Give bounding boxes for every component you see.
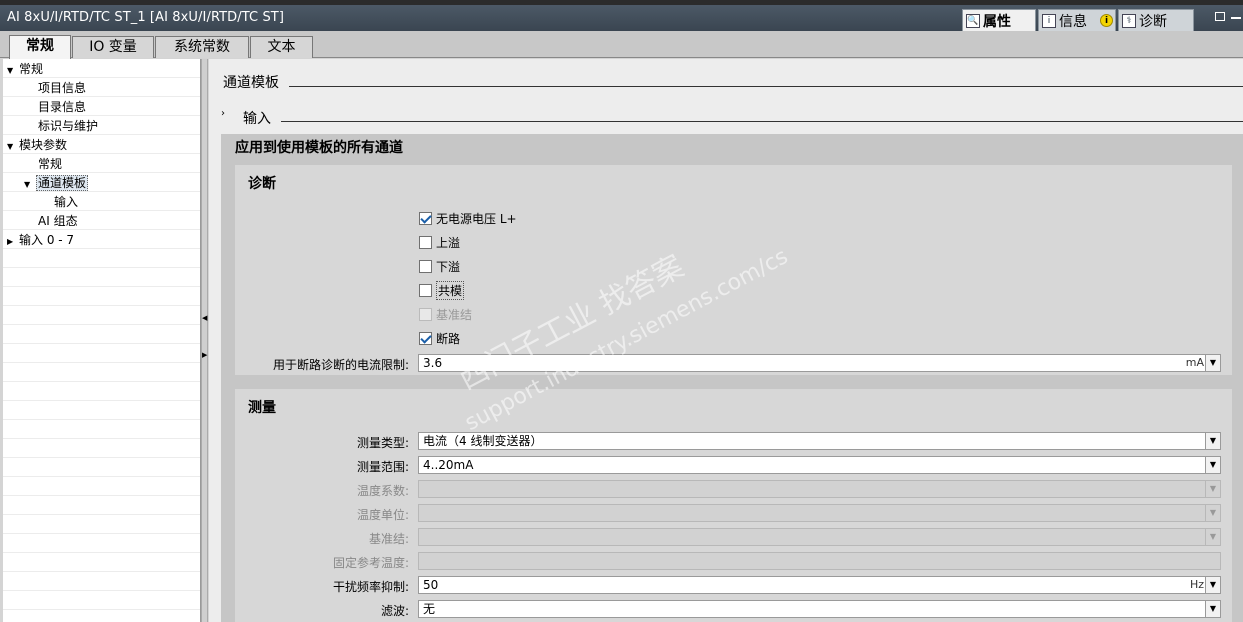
checkbox-checked-icon <box>419 211 432 225</box>
warning-icon: i <box>1100 14 1113 27</box>
collapse-left-icon[interactable]: ◀ <box>202 314 207 322</box>
tree-item-catalog-info[interactable]: 目录信息 <box>38 98 86 116</box>
checkbox-common-mode[interactable]: 共模 <box>419 280 465 300</box>
temperature-coefficient-row: 温度系数: <box>249 480 409 498</box>
chevron-down-icon: ▼ <box>1205 529 1220 545</box>
chevron-down-icon[interactable]: ▼ <box>1205 577 1220 593</box>
chevron-down-icon: ▼ <box>1205 481 1220 497</box>
inspector-titlebar: AI 8xU/I/RTD/TC ST_1 [AI 8xU/I/RTD/TC ST… <box>0 5 1243 31</box>
measurement-title: 测量 <box>248 400 276 416</box>
checkbox-reference-junction: 基准结 <box>419 306 472 322</box>
tab-properties[interactable]: 🔍 属性 <box>962 9 1036 31</box>
checkbox-icon <box>419 283 432 297</box>
tab-info[interactable]: i 信息 i <box>1038 9 1116 31</box>
expand-down-icon: ▼ <box>24 180 31 189</box>
tree-item-params-general[interactable]: 常规 <box>38 155 62 173</box>
measurement-range-select[interactable]: 4..20mA ▼ <box>418 456 1221 474</box>
wire-break-limit-label: 用于断路诊断的电流限制: <box>272 358 409 372</box>
chevron-down-icon[interactable]: ▼ <box>1205 457 1220 473</box>
tab-io-tags[interactable]: IO 变量 <box>72 36 154 58</box>
checkbox-wire-break[interactable]: 断路 <box>419 330 460 346</box>
fixed-reference-temp-input <box>418 552 1221 570</box>
tab-general[interactable]: 常规 <box>9 35 71 59</box>
tree-item-identification[interactable]: 标识与维护 <box>38 117 98 135</box>
wire-break-limit-input[interactable]: 3.6 mA ▼ <box>418 354 1221 372</box>
measurement-range-label: 测量范围: <box>356 460 409 474</box>
temperature-unit-select: ▼ <box>418 504 1221 522</box>
measurement-range-row: 测量范围: <box>249 456 409 474</box>
temperature-coefficient-label: 温度系数: <box>356 484 409 498</box>
tree-item-general[interactable]: ▼ 常规 <box>7 60 43 78</box>
fixed-reference-temp-label: 固定参考温度: <box>332 556 409 570</box>
diagnostics-title: 诊断 <box>248 176 276 192</box>
wire-break-limit-row: 用于断路诊断的电流限制: <box>249 354 409 372</box>
expand-down-icon: ▼ <box>7 66 14 75</box>
tree-item-channel-template[interactable]: ▼ 通道模板 <box>24 174 89 192</box>
measurement-type-select[interactable]: 电流（4 线制变送器） ▼ <box>418 432 1221 450</box>
checkbox-icon <box>419 259 432 273</box>
checkbox-overflow[interactable]: 上溢 <box>419 234 460 250</box>
checkbox-icon <box>419 235 432 249</box>
properties-icon: 🔍 <box>966 13 980 28</box>
temperature-unit-label: 温度单位: <box>356 508 409 522</box>
interference-suppression-row: 干扰频率抑制: <box>249 576 409 594</box>
subsection-title: 输入 <box>243 111 271 127</box>
checkbox-checked-icon <box>419 331 432 345</box>
checkbox-icon <box>419 307 432 321</box>
chevron-right-icon[interactable]: › <box>221 108 225 119</box>
main-tab-row: 常规 IO 变量 系统常数 文本 <box>0 31 1243 59</box>
checkbox-no-supply-voltage[interactable]: 无电源电压 L+ <box>419 210 517 226</box>
template-group-title: 应用到使用模板的所有通道 <box>235 140 403 156</box>
reference-junction-row: 基准结: <box>249 528 409 546</box>
filter-select[interactable]: 无 ▼ <box>418 600 1221 618</box>
fixed-reference-temp-row: 固定参考温度: <box>249 552 409 570</box>
diagnostics-icon: ⚕ <box>1122 13 1136 28</box>
section-divider <box>289 86 1243 87</box>
tree-item-ai-config[interactable]: AI 组态 <box>38 212 78 230</box>
unit-label: Hz <box>1189 578 1204 591</box>
unit-label: mA <box>1185 356 1204 369</box>
expand-down-icon: ▼ <box>7 142 14 151</box>
window-controls <box>1215 12 1241 21</box>
measurement-type-row: 测量类型: <box>249 432 409 450</box>
info-icon: i <box>1042 13 1056 28</box>
section-title: 通道模板 <box>223 75 279 91</box>
minimize-icon[interactable] <box>1231 17 1241 19</box>
tree-item-module-params[interactable]: ▼ 模块参数 <box>7 136 67 154</box>
chevron-down-icon[interactable]: ▼ <box>1205 601 1220 617</box>
interference-suppression-label: 干扰频率抑制: <box>332 580 409 594</box>
chevron-down-icon[interactable]: ▼ <box>1205 355 1220 371</box>
filter-row: 滤波: <box>249 600 409 618</box>
reference-junction-select: ▼ <box>418 528 1221 546</box>
expand-right-icon[interactable]: ▶ <box>202 351 207 359</box>
subsection-divider <box>281 121 1243 122</box>
tab-diagnostics[interactable]: ⚕ 诊断 <box>1118 9 1194 31</box>
measurement-type-label: 测量类型: <box>356 436 409 450</box>
tab-system-constants[interactable]: 系统常数 <box>155 36 249 58</box>
interference-suppression-select[interactable]: 50 Hz ▼ <box>418 576 1221 594</box>
window-title: AI 8xU/I/RTD/TC ST_1 [AI 8xU/I/RTD/TC ST… <box>7 10 285 25</box>
reference-junction-label: 基准结: <box>368 532 409 546</box>
temperature-unit-row: 温度单位: <box>249 504 409 522</box>
panel-splitter[interactable]: ◀ ▶ <box>201 59 208 622</box>
navigation-tree: ▼ 常规 项目信息 目录信息 标识与维护 ▼ 模块参数 常规 ▼ 通道模板 输入 AI… <box>3 59 201 622</box>
chevron-down-icon[interactable]: ▼ <box>1205 433 1220 449</box>
diagnostics-group: 诊断 <box>235 165 1232 375</box>
checkbox-underflow[interactable]: 下溢 <box>419 258 460 274</box>
content-area: 通道模板 › 输入 应用到使用模板的所有通道 诊断 无电源电压 L+ 上溢 下溢… <box>209 59 1243 622</box>
expand-right-icon: ▶ <box>7 237 14 246</box>
tab-texts[interactable]: 文本 <box>250 36 313 58</box>
chevron-down-icon: ▼ <box>1205 505 1220 521</box>
filter-label: 滤波: <box>380 604 409 618</box>
tree-item-project-info[interactable]: 项目信息 <box>38 79 86 97</box>
restore-icon[interactable] <box>1215 12 1225 21</box>
temperature-coefficient-select: ▼ <box>418 480 1221 498</box>
tree-item-input[interactable]: 输入 <box>54 193 78 211</box>
tree-item-inputs-0-7[interactable]: ▶ 输入 0 - 7 <box>7 231 74 249</box>
